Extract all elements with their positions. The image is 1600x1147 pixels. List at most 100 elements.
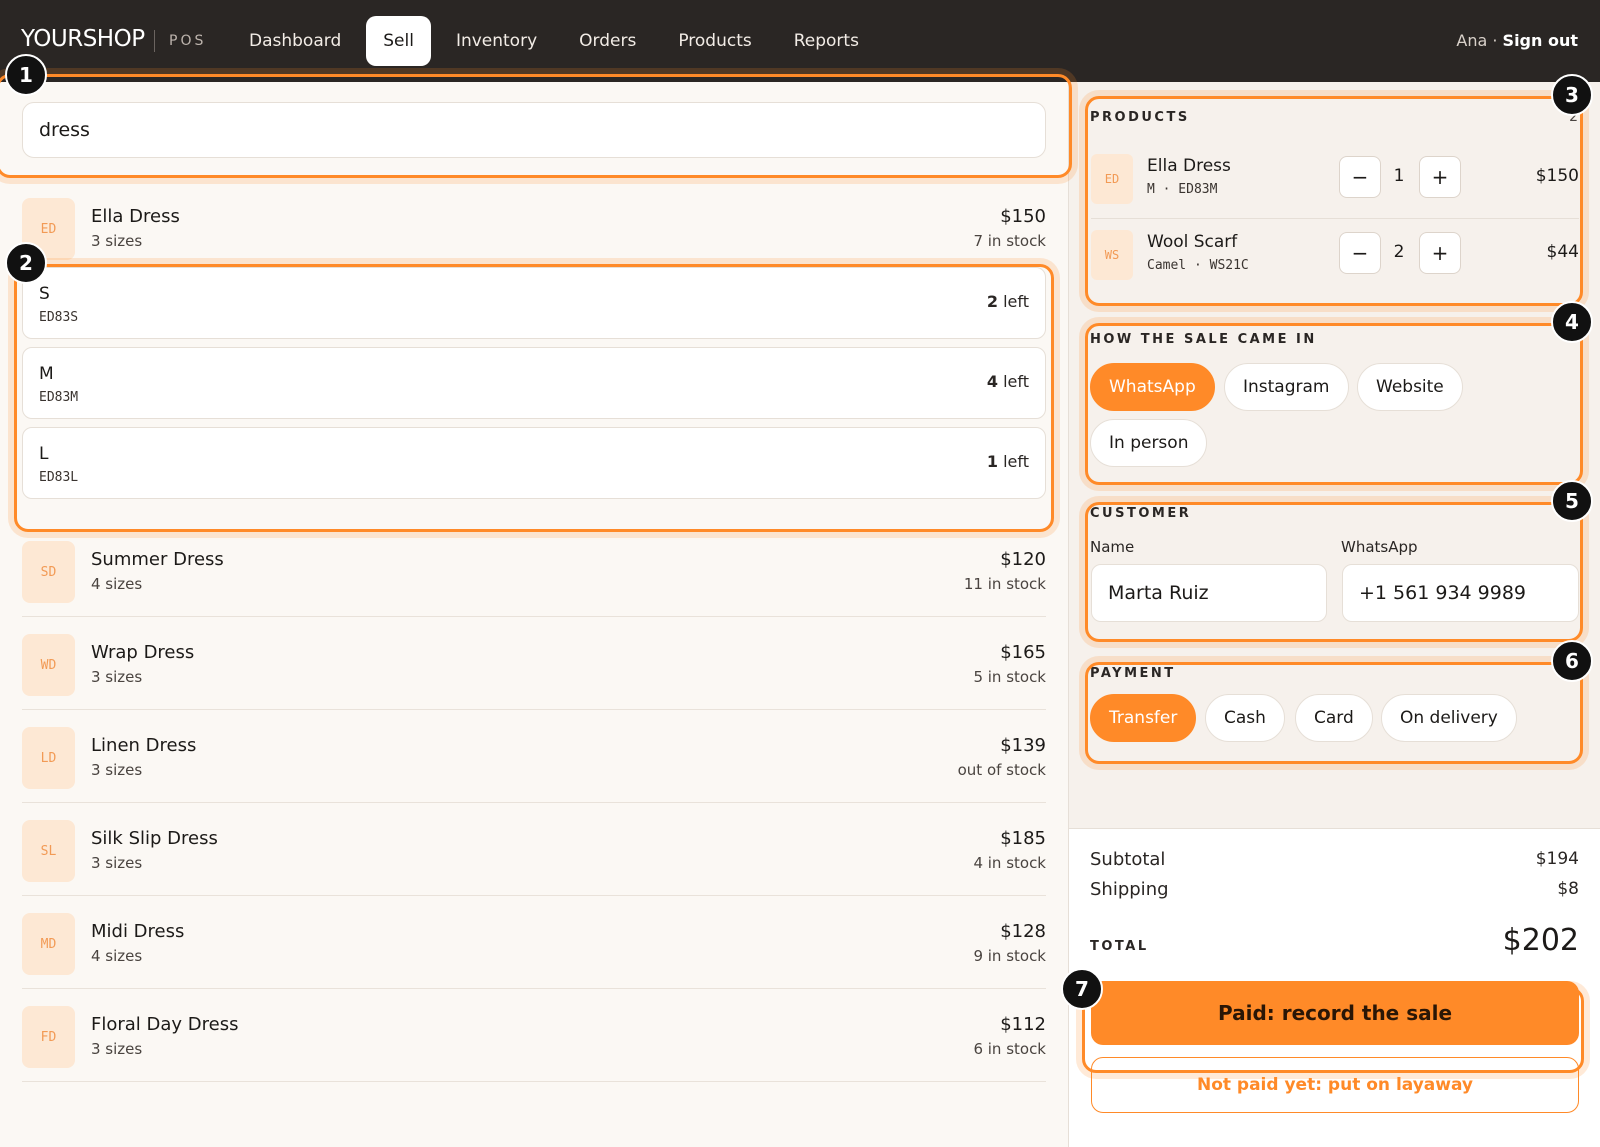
record-sale-button[interactable]: Paid: record the sale bbox=[1091, 981, 1579, 1045]
nav-orders[interactable]: Orders bbox=[562, 16, 653, 66]
variant-sku: ED83S bbox=[39, 310, 79, 325]
product-thumbnail: LD bbox=[22, 727, 75, 789]
subtotal-label: Subtotal bbox=[1090, 849, 1166, 870]
product-sizes: 3 sizes bbox=[91, 668, 143, 686]
cart-item-name: Wool Scarf bbox=[1147, 232, 1238, 252]
product-stock: 5 in stock bbox=[973, 668, 1046, 686]
channel-in-person[interactable]: In person bbox=[1090, 419, 1208, 467]
channel-whatsapp[interactable]: WhatsApp bbox=[1090, 363, 1215, 411]
product-sizes: 4 sizes bbox=[91, 947, 143, 965]
brand-divider bbox=[154, 30, 155, 52]
user-menu: Ana · Sign out bbox=[1456, 31, 1578, 50]
product-row[interactable]: FD Floral Day Dress 3 sizes $112 6 in st… bbox=[22, 990, 1046, 1082]
channel-title: HOW THE SALE CAME IN bbox=[1090, 332, 1317, 347]
product-name: Summer Dress bbox=[91, 549, 224, 570]
customer-title: CUSTOMER bbox=[1090, 506, 1192, 521]
top-bar: YOURSHOP POS Dashboard Sell Inventory Or… bbox=[0, 0, 1600, 82]
product-price: $112 bbox=[1000, 1014, 1046, 1035]
product-row[interactable]: LD Linen Dress 3 sizes $139 out of stock bbox=[22, 711, 1046, 803]
product-stock: 4 in stock bbox=[973, 854, 1046, 872]
variant-stock-suffix: left bbox=[998, 292, 1029, 311]
payment-on-delivery[interactable]: On delivery bbox=[1381, 694, 1517, 742]
product-sizes: 3 sizes bbox=[91, 761, 143, 779]
customer-phone-label: WhatsApp bbox=[1341, 538, 1418, 556]
search-input[interactable] bbox=[22, 102, 1046, 158]
product-name: Linen Dress bbox=[91, 735, 197, 756]
variant-sku: ED83M bbox=[39, 390, 79, 405]
product-stock: 6 in stock bbox=[973, 1040, 1046, 1058]
nav-inventory[interactable]: Inventory bbox=[439, 16, 554, 66]
product-name: Midi Dress bbox=[91, 921, 185, 942]
variant-option-s[interactable]: S ED83S 2 left bbox=[22, 267, 1046, 339]
cart-item-price: $44 bbox=[1546, 242, 1579, 262]
product-price: $139 bbox=[1000, 735, 1046, 756]
variant-stock-suffix: left bbox=[998, 452, 1029, 471]
channel-instagram[interactable]: Instagram bbox=[1224, 363, 1349, 411]
sign-out-link[interactable]: Sign out bbox=[1503, 31, 1578, 50]
nav-dashboard[interactable]: Dashboard bbox=[232, 16, 358, 66]
cart-item-wool-scarf: WS Wool Scarf Camel · WS21C − 2 + $44 bbox=[1091, 220, 1579, 294]
variant-stock-suffix: left bbox=[998, 372, 1029, 391]
sale-panel: PRODUCTS 2 ED Ella Dress M · ED83M − 1 +… bbox=[1068, 82, 1600, 1147]
increase-quantity-button[interactable]: + bbox=[1419, 156, 1461, 198]
product-name: Ella Dress bbox=[91, 206, 180, 227]
product-thumbnail: WD bbox=[22, 634, 75, 696]
shipping-label: Shipping bbox=[1090, 879, 1169, 900]
totals-section: Subtotal $194 Shipping $8 TOTAL $202 Pai… bbox=[1069, 828, 1600, 1147]
variant-stock-count: 4 bbox=[986, 372, 998, 391]
brand-logo: YOURSHOP bbox=[21, 26, 145, 52]
main-nav: Dashboard Sell Inventory Orders Products… bbox=[232, 16, 884, 66]
product-row-ella-dress[interactable]: ED Ella Dress 3 sizes $150 7 in stock bbox=[22, 182, 1046, 274]
product-stock: out of stock bbox=[957, 761, 1046, 779]
product-price: $120 bbox=[1000, 549, 1046, 570]
product-row[interactable]: SD Summer Dress 4 sizes $120 11 in stock bbox=[22, 525, 1046, 617]
payment-transfer[interactable]: Transfer bbox=[1090, 694, 1197, 742]
layaway-button[interactable]: Not paid yet: put on layaway bbox=[1091, 1057, 1579, 1113]
variant-size: M bbox=[39, 364, 54, 384]
variant-stock: 1 left bbox=[987, 452, 1029, 471]
product-stock: 11 in stock bbox=[963, 575, 1046, 593]
shipping-value: $8 bbox=[1557, 879, 1579, 899]
quantity-value: 2 bbox=[1393, 242, 1405, 262]
variant-option-l[interactable]: L ED83L 1 left bbox=[22, 427, 1046, 499]
total-label: TOTAL bbox=[1090, 939, 1149, 954]
total-value: $202 bbox=[1502, 923, 1579, 958]
cart-count: 2 bbox=[1569, 109, 1578, 125]
customer-name-input[interactable] bbox=[1091, 564, 1327, 622]
product-search-panel: ED Ella Dress 3 sizes $150 7 in stock S … bbox=[0, 82, 1068, 1147]
product-thumbnail: SL bbox=[22, 820, 75, 882]
channel-website[interactable]: Website bbox=[1357, 363, 1463, 411]
quantity-value: 1 bbox=[1393, 166, 1405, 186]
nav-products[interactable]: Products bbox=[661, 16, 768, 66]
product-thumbnail: MD bbox=[22, 913, 75, 975]
product-price: $165 bbox=[1000, 642, 1046, 663]
payment-card[interactable]: Card bbox=[1295, 694, 1373, 742]
product-row[interactable]: WD Wrap Dress 3 sizes $165 5 in stock bbox=[22, 618, 1046, 710]
variant-stock: 2 left bbox=[987, 292, 1029, 311]
product-name: Wrap Dress bbox=[91, 642, 195, 663]
variant-option-m[interactable]: M ED83M 4 left bbox=[22, 347, 1046, 419]
nav-reports[interactable]: Reports bbox=[777, 16, 876, 66]
customer-phone-input[interactable] bbox=[1342, 564, 1579, 622]
decrease-quantity-button[interactable]: − bbox=[1339, 156, 1381, 198]
decrease-quantity-button[interactable]: − bbox=[1339, 232, 1381, 274]
product-price: $128 bbox=[1000, 921, 1046, 942]
payment-cash[interactable]: Cash bbox=[1205, 694, 1285, 742]
cart-item-ella-dress: ED Ella Dress M · ED83M − 1 + $150 bbox=[1091, 144, 1579, 218]
product-name: Silk Slip Dress bbox=[91, 828, 218, 849]
increase-quantity-button[interactable]: + bbox=[1419, 232, 1461, 274]
product-row[interactable]: SL Silk Slip Dress 3 sizes $185 4 in sto… bbox=[22, 804, 1046, 896]
variant-stock-count: 1 bbox=[986, 452, 998, 471]
cart-item-thumbnail: WS bbox=[1091, 230, 1133, 280]
product-row[interactable]: MD Midi Dress 4 sizes $128 9 in stock bbox=[22, 897, 1046, 989]
nav-sell[interactable]: Sell bbox=[366, 16, 431, 66]
subtotal-value: $194 bbox=[1535, 849, 1579, 869]
product-stock: 9 in stock bbox=[973, 947, 1046, 965]
cart-item-thumbnail: ED bbox=[1091, 154, 1133, 204]
payment-title: PAYMENT bbox=[1090, 666, 1176, 681]
variant-stock-count: 2 bbox=[986, 292, 998, 311]
product-sizes: 3 sizes bbox=[91, 854, 143, 872]
variant-sku: ED83L bbox=[39, 470, 79, 485]
product-sizes: 3 sizes bbox=[91, 1040, 143, 1058]
cart-item-price: $150 bbox=[1535, 166, 1579, 186]
